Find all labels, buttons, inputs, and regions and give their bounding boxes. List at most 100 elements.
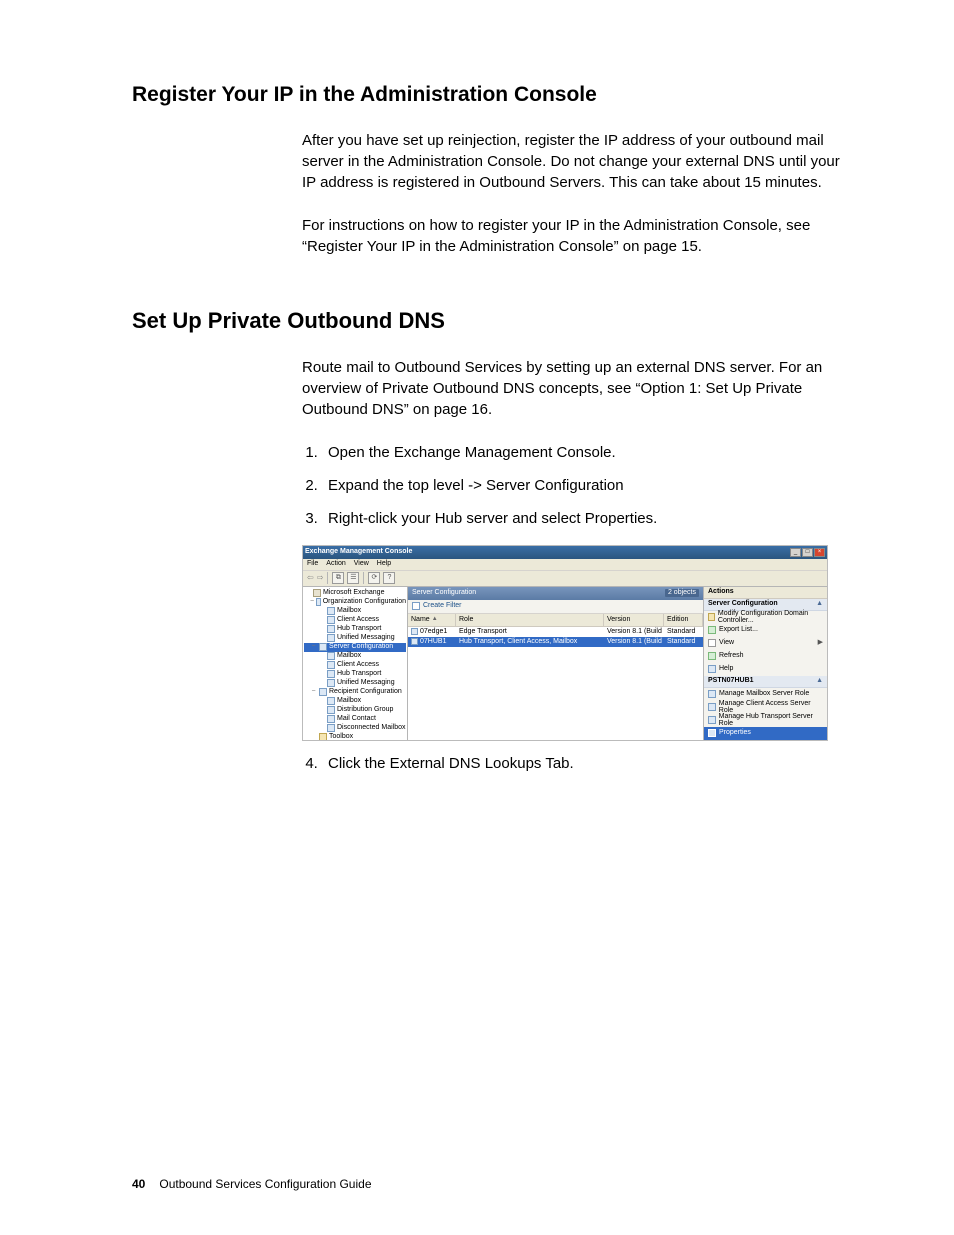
tree-node[interactable]: Mailbox bbox=[304, 697, 406, 706]
filter-row[interactable]: Create Filter bbox=[408, 600, 703, 614]
folder-icon bbox=[319, 688, 327, 696]
tree-node[interactable]: −Organization Configuration bbox=[304, 598, 406, 607]
action-icon bbox=[708, 716, 716, 724]
close-button[interactable]: × bbox=[814, 548, 825, 557]
para-dns-intro: Route mail to Outbound Services by setti… bbox=[302, 357, 848, 420]
filter-icon bbox=[412, 602, 420, 610]
tree-node[interactable]: Unified Messaging bbox=[304, 679, 406, 688]
footer-title: Outbound Services Configuration Guide bbox=[159, 1177, 371, 1191]
heading-register-ip: Register Your IP in the Administration C… bbox=[132, 82, 848, 108]
actions-pane: Actions Server Configuration▲ Modify Con… bbox=[704, 587, 827, 740]
maximize-button[interactable]: □ bbox=[802, 548, 813, 557]
nav-tree[interactable]: Microsoft Exchange−Organization Configur… bbox=[303, 587, 408, 740]
menu-action[interactable]: Action bbox=[326, 560, 345, 568]
menu-file[interactable]: File bbox=[307, 560, 318, 568]
action-icon bbox=[708, 626, 716, 634]
table-row[interactable]: 07edge1Edge TransportVersion 8.1 (Build … bbox=[408, 627, 703, 637]
center-title: Server Configuration bbox=[412, 589, 476, 597]
table-body: 07edge1Edge TransportVersion 8.1 (Build … bbox=[408, 627, 703, 647]
col-name[interactable]: Name▲ bbox=[408, 614, 456, 626]
tree-node[interactable]: Disconnected Mailbox bbox=[304, 724, 406, 733]
menu-view[interactable]: View bbox=[354, 560, 369, 568]
folder-icon bbox=[327, 607, 335, 615]
para-register-1: After you have set up reinjection, regis… bbox=[302, 130, 848, 193]
tree-node[interactable]: Mail Contact bbox=[304, 715, 406, 724]
folder-icon bbox=[327, 652, 335, 660]
folder-icon bbox=[327, 724, 335, 732]
tree-node[interactable]: Distribution Group bbox=[304, 706, 406, 715]
toolbar: ⇦ ⇨ ⧉ ☰ ⟳ ? bbox=[303, 571, 827, 587]
folder-icon bbox=[319, 733, 327, 740]
step-4-container: Click the External DNS Lookups Tab. bbox=[302, 753, 848, 774]
table-header: Name▲ Role Version Edition bbox=[408, 614, 703, 627]
menu-bar: File Action View Help bbox=[303, 559, 827, 571]
heading-private-dns: Set Up Private Outbound DNS bbox=[132, 307, 848, 335]
menu-help[interactable]: Help bbox=[377, 560, 391, 568]
table-row[interactable]: 07HUB1Hub Transport, Client Access, Mail… bbox=[408, 637, 703, 647]
window-titlebar: Exchange Management Console _ □ × bbox=[303, 546, 827, 559]
minimize-button[interactable]: _ bbox=[790, 548, 801, 557]
step-item: Right-click your Hub server and select P… bbox=[322, 508, 848, 529]
action-item[interactable]: Refresh bbox=[704, 650, 827, 663]
group2-header[interactable]: PSTN07HUB1▲ bbox=[704, 676, 827, 688]
screenshot-exchange-console: Exchange Management Console _ □ × File Ac… bbox=[302, 545, 828, 741]
object-count: 2 objects bbox=[665, 589, 699, 597]
action-icon bbox=[708, 665, 716, 673]
col-role[interactable]: Role bbox=[456, 614, 604, 626]
toolbar-btn-refresh[interactable]: ⟳ bbox=[368, 572, 380, 584]
folder-icon bbox=[327, 706, 335, 714]
action-icon bbox=[708, 652, 716, 660]
ordered-steps: Open the Exchange Management Console. Exp… bbox=[302, 442, 848, 529]
sort-asc-icon: ▲ bbox=[432, 616, 438, 623]
tree-node[interactable]: −Server Configuration bbox=[304, 643, 406, 652]
tree-node[interactable]: Client Access bbox=[304, 616, 406, 625]
tree-node[interactable]: Client Access bbox=[304, 661, 406, 670]
folder-icon bbox=[327, 625, 335, 633]
toolbar-btn-help[interactable]: ? bbox=[383, 572, 395, 584]
page-number: 40 bbox=[132, 1177, 145, 1191]
tree-node[interactable]: Hub Transport bbox=[304, 670, 406, 679]
folder-icon bbox=[319, 643, 327, 651]
action-icon bbox=[708, 613, 715, 621]
step-item: Open the Exchange Management Console. bbox=[322, 442, 848, 463]
action-item[interactable]: View▶ bbox=[704, 637, 827, 650]
tree-node[interactable]: Unified Messaging bbox=[304, 634, 406, 643]
col-edition[interactable]: Edition bbox=[664, 614, 703, 626]
center-header: Server Configuration 2 objects bbox=[408, 587, 703, 600]
actions-header: Actions bbox=[704, 587, 827, 599]
tree-node[interactable]: Mailbox bbox=[304, 607, 406, 616]
action-item[interactable]: Properties bbox=[704, 727, 827, 740]
forward-icon[interactable]: ⇨ bbox=[317, 574, 324, 583]
action-item[interactable]: Export List... bbox=[704, 624, 827, 637]
tree-node[interactable]: Microsoft Exchange bbox=[304, 589, 406, 598]
action-item[interactable]: Modify Configuration Domain Controller..… bbox=[704, 611, 827, 624]
folder-icon bbox=[327, 679, 335, 687]
toolbar-btn-1[interactable]: ⧉ bbox=[332, 572, 344, 584]
step-4: Click the External DNS Lookups Tab. bbox=[322, 753, 848, 774]
tree-node[interactable]: −Recipient Configuration bbox=[304, 688, 406, 697]
action-item[interactable]: Help bbox=[704, 663, 827, 676]
tree-node[interactable]: Hub Transport bbox=[304, 625, 406, 634]
action-icon bbox=[708, 729, 716, 737]
action-icon bbox=[708, 639, 716, 647]
tree-node[interactable]: Mailbox bbox=[304, 652, 406, 661]
action-item[interactable]: Manage Hub Transport Server Role bbox=[704, 714, 827, 727]
page-footer: 40 Outbound Services Configuration Guide bbox=[132, 1177, 372, 1191]
step-item: Expand the top level -> Server Configura… bbox=[322, 475, 848, 496]
toolbar-btn-2[interactable]: ☰ bbox=[347, 572, 359, 584]
folder-icon bbox=[327, 715, 335, 723]
folder-icon bbox=[327, 661, 335, 669]
back-icon[interactable]: ⇦ bbox=[307, 574, 314, 583]
folder-icon bbox=[327, 697, 335, 705]
window-title: Exchange Management Console bbox=[305, 548, 412, 556]
tree-node[interactable]: Toolbox bbox=[304, 733, 406, 740]
col-version[interactable]: Version bbox=[604, 614, 664, 626]
collapse-icon: ▲ bbox=[816, 677, 823, 685]
folder-icon bbox=[313, 589, 321, 597]
action-icon bbox=[708, 703, 716, 711]
para-register-2: For instructions on how to register your… bbox=[302, 215, 848, 257]
chevron-right-icon: ▶ bbox=[818, 639, 823, 647]
folder-icon bbox=[316, 598, 321, 606]
action-icon bbox=[708, 690, 716, 698]
folder-icon bbox=[327, 670, 335, 678]
